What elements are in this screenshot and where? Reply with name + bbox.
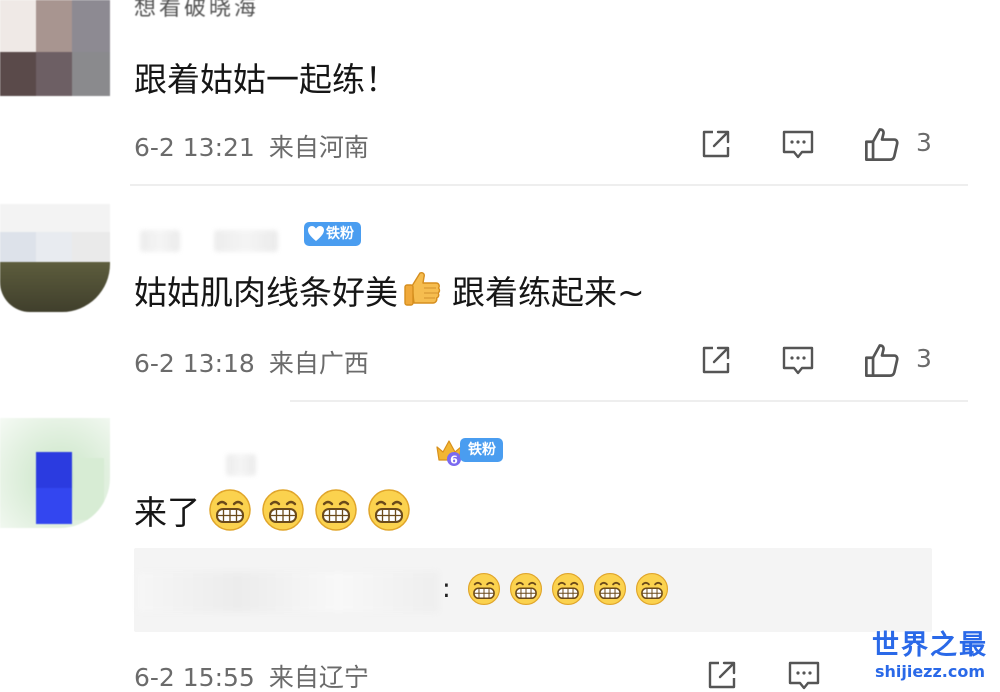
like-count: 3 [916,128,932,157]
comment-text: 姑姑肌肉线条好美 跟着练起来~ [134,266,645,314]
grinning-face-emoji-group [467,572,677,606]
watermark-url: shijiezz.com [874,662,986,681]
avatar[interactable] [0,0,110,96]
comment-location: 来自河南 [268,133,369,162]
reply-separator: : [442,574,451,604]
grinning-face-emoji [551,572,584,606]
comment-icon[interactable] [787,658,821,692]
comment-text-part: 姑姑肌肉线条好美 [134,273,398,312]
grinning-face-emoji [368,489,410,531]
comment-meta: 6-2 13:18 来自广西 [134,344,369,380]
username[interactable] [140,230,180,252]
thumbs-up-icon[interactable] [863,341,901,379]
heart-icon [308,226,324,241]
fan-badge[interactable]: 铁粉 [460,438,503,462]
comment-meta: 6-2 15:55 来自辽宁 [134,658,369,692]
grinning-face-emoji [635,572,668,606]
reply-preview[interactable]: : [134,548,932,632]
badge-label: 铁粉 [468,442,496,458]
share-icon[interactable] [699,127,733,161]
comment-list: 想看破晓海 跟着姑姑一起练！ 6-2 13:21 来自河南 3 铁粉 姑姑肌肉线… [0,0,1000,692]
grinning-face-emoji [467,572,500,606]
watermark-title: 世界之最 [872,630,988,661]
comment-text: 来了 [134,486,420,534]
comment-icon[interactable] [781,343,815,377]
username[interactable] [226,454,256,476]
thumbs-up-icon[interactable] [863,125,901,163]
share-icon[interactable] [699,343,733,377]
avatar[interactable] [0,204,110,312]
badge-level: 6 [450,454,458,467]
comment-item: 想看破晓海 跟着姑姑一起练！ 6-2 13:21 来自河南 3 [0,0,1000,186]
comment-item: 6 铁粉 来了 : 6-2 15:55 来自辽宁 [0,402,1000,692]
grinning-face-emoji-group [208,488,420,532]
reply-text: : [442,572,677,606]
comment-icon[interactable] [781,127,815,161]
grinning-face-emoji [315,489,357,531]
comment-location: 来自辽宁 [268,663,369,692]
comment-item: 铁粉 姑姑肌肉线条好美 跟着练起来~ 6-2 13:18 来自广西 3 [0,186,1000,402]
comment-date: 6-2 13:21 [134,133,255,162]
avatar[interactable] [0,418,110,528]
comment-date: 6-2 15:55 [134,663,255,692]
comment-text-part: 来了 [134,493,200,532]
comment-text-part: 跟着练起来~ [452,273,645,312]
grinning-face-emoji [509,572,542,606]
comment-date: 6-2 13:18 [134,349,255,378]
grinning-face-emoji [262,489,304,531]
fan-badge[interactable]: 铁粉 [304,222,361,246]
watermark-logo: 世界之最 shijiezz.com [868,630,992,686]
thumbs-up-emoji [404,272,441,306]
reply-author [138,572,438,612]
share-icon[interactable] [705,658,739,692]
like-count: 3 [916,344,932,373]
comment-text: 跟着姑姑一起练！ [134,60,398,99]
comment-location: 来自广西 [268,349,369,378]
comment-meta: 6-2 13:21 来自河南 [134,128,369,164]
badge-label: 铁粉 [326,226,354,242]
grinning-face-emoji [593,572,626,606]
username[interactable]: 想看破晓海 [134,0,259,22]
grinning-face-emoji [209,489,251,531]
